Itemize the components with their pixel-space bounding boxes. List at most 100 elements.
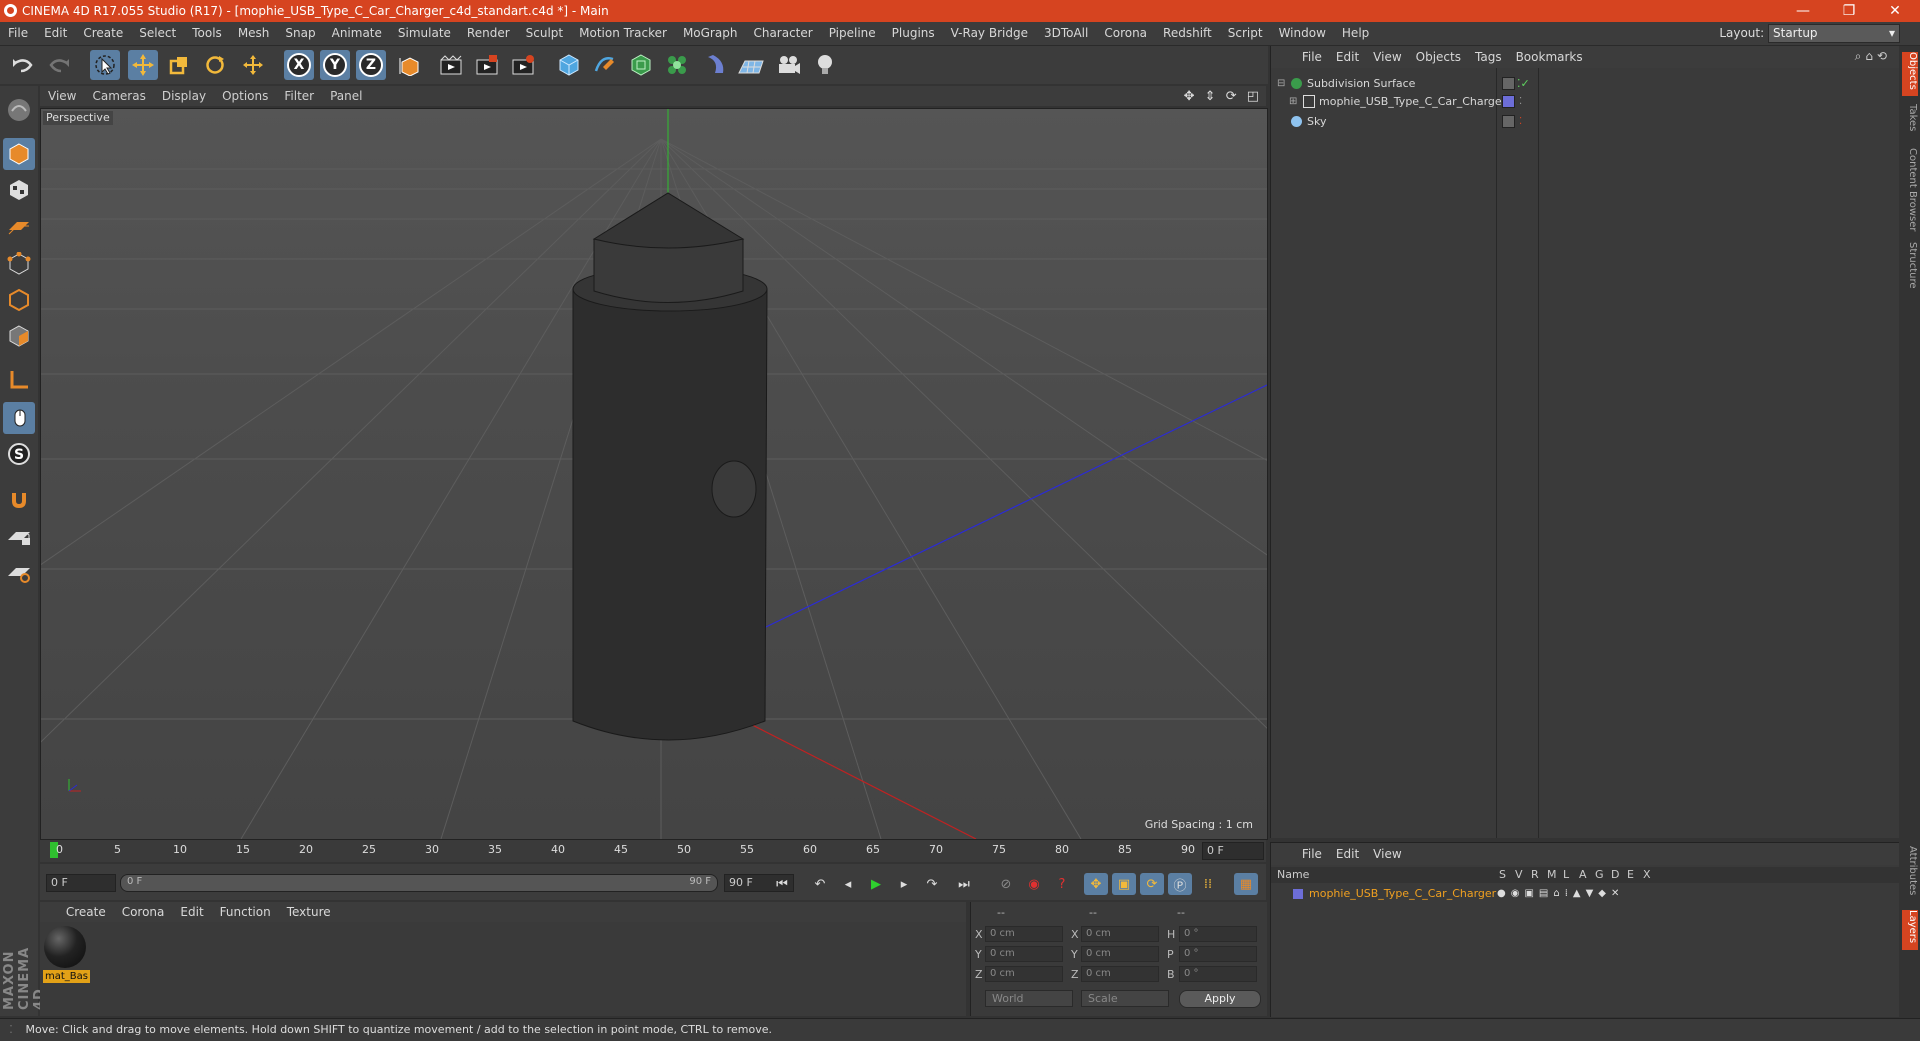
- size-x-field[interactable]: 0 cm: [1081, 926, 1159, 942]
- z-axis-lock-icon[interactable]: Z: [356, 50, 386, 80]
- layer-toggle-icons[interactable]: ●◉▣▤⌂⁞▲▼◆✕: [1497, 885, 1624, 902]
- play-icon[interactable]: ▶: [864, 873, 888, 895]
- search-home-icons[interactable]: ⌕⌂⟲: [1855, 49, 1891, 64]
- menu-character[interactable]: Character: [745, 22, 820, 45]
- rotation-p-field[interactable]: 0 °: [1179, 946, 1257, 962]
- layer-color-icon[interactable]: [1502, 95, 1515, 108]
- coordinate-system-icon[interactable]: [394, 50, 424, 80]
- object-row[interactable]: Sky ⁚: [1271, 112, 1899, 131]
- goto-end-icon[interactable]: ⏭: [952, 873, 976, 895]
- magnet-icon[interactable]: [3, 484, 35, 516]
- layer-menu-file[interactable]: File: [1295, 843, 1329, 865]
- coordinate-mode-dropdown[interactable]: World: [985, 990, 1073, 1007]
- size-mode-dropdown[interactable]: Scale: [1081, 990, 1169, 1007]
- next-key-icon[interactable]: ↷: [920, 873, 944, 895]
- workplane-mode-icon[interactable]: [3, 210, 35, 242]
- layer-menu-view[interactable]: View: [1366, 843, 1408, 865]
- viewport-perspective[interactable]: Perspective Grid Spacing : 1 cm: [40, 108, 1268, 840]
- layer-swatch-icon[interactable]: [1502, 115, 1515, 128]
- menu-select[interactable]: Select: [131, 22, 184, 45]
- pen-spline-icon[interactable]: [590, 50, 620, 80]
- redo-icon[interactable]: [44, 50, 74, 80]
- menu-help[interactable]: Help: [1334, 22, 1377, 45]
- restore-button[interactable]: ❐: [1826, 0, 1872, 22]
- menu-vray-bridge[interactable]: V-Ray Bridge: [943, 22, 1036, 45]
- camera-object-icon[interactable]: [774, 50, 804, 80]
- close-button[interactable]: ✕: [1872, 0, 1918, 22]
- material-menu-create[interactable]: Create: [58, 902, 114, 922]
- timeline-ruler[interactable]: 0 5 10 15 20 25 30 35 40 45 50 55 60 65 …: [40, 840, 1266, 862]
- layer-name[interactable]: mophie_USB_Type_C_Car_Charger: [1309, 885, 1496, 902]
- render-settings-icon[interactable]: [508, 50, 538, 80]
- model-mode-icon[interactable]: [3, 138, 35, 170]
- material-menu-texture[interactable]: Texture: [279, 902, 339, 922]
- enabled-check-icon[interactable]: ⁚✓: [1517, 74, 1530, 93]
- expand-icon[interactable]: ⊞: [1289, 92, 1297, 111]
- charger-model[interactable]: [572, 192, 768, 741]
- menu-tools[interactable]: Tools: [184, 22, 230, 45]
- cloner-icon[interactable]: [662, 50, 692, 80]
- timeline-window-icon[interactable]: ▦: [1234, 873, 1258, 895]
- current-frame-field[interactable]: 0 F: [1202, 842, 1264, 860]
- viewport-menu-cameras[interactable]: Cameras: [84, 86, 153, 106]
- key-pla-icon[interactable]: ⁞⁞: [1196, 873, 1220, 895]
- viewport-menu-view[interactable]: View: [40, 86, 84, 106]
- cube-object-icon[interactable]: [554, 50, 584, 80]
- menu-render[interactable]: Render: [459, 22, 518, 45]
- keyframe-selection-icon[interactable]: ?: [1050, 873, 1074, 895]
- key-rotation-icon[interactable]: ⟳: [1140, 873, 1164, 895]
- viewport-navigation-icons[interactable]: ✥ ⇕ ⟳ ◰: [1184, 89, 1262, 104]
- menu-window[interactable]: Window: [1271, 22, 1334, 45]
- transform-tool-icon[interactable]: [238, 50, 268, 80]
- objects-menu-view[interactable]: View: [1366, 46, 1408, 68]
- menu-motion-tracker[interactable]: Motion Tracker: [571, 22, 675, 45]
- viewport-menu-filter[interactable]: Filter: [276, 86, 322, 106]
- tab-attributes[interactable]: Attributes: [1902, 846, 1918, 906]
- render-view-icon[interactable]: [436, 50, 466, 80]
- menu-corona[interactable]: Corona: [1096, 22, 1155, 45]
- material-menu-edit[interactable]: Edit: [172, 902, 211, 922]
- lock-workplane-icon[interactable]: [3, 520, 35, 552]
- apply-button[interactable]: Apply: [1179, 990, 1261, 1008]
- menu-mesh[interactable]: Mesh: [230, 22, 278, 45]
- object-row[interactable]: ⊞ mophie_USB_Type_C_Car_Charger ⁚: [1271, 92, 1899, 111]
- record-keys-icon[interactable]: ⊘: [994, 873, 1018, 895]
- frame-range-slider[interactable]: 0 F 90 F: [120, 874, 718, 892]
- object-name[interactable]: Subdivision Surface: [1307, 74, 1415, 93]
- viewport-menu-display[interactable]: Display: [154, 86, 214, 106]
- layout-dropdown[interactable]: Startup: [1768, 24, 1900, 43]
- move-tool-icon[interactable]: [128, 50, 158, 80]
- autokey-icon[interactable]: ◉: [1022, 873, 1046, 895]
- scale-tool-icon[interactable]: [164, 50, 194, 80]
- menu-animate[interactable]: Animate: [324, 22, 390, 45]
- layer-color-icon[interactable]: [1293, 889, 1303, 899]
- tab-takes[interactable]: Takes: [1902, 104, 1918, 138]
- menu-simulate[interactable]: Simulate: [390, 22, 459, 45]
- menu-redshift[interactable]: Redshift: [1155, 22, 1220, 45]
- menu-snap[interactable]: Snap: [277, 22, 323, 45]
- material-menu-function[interactable]: Function: [212, 902, 279, 922]
- material-name[interactable]: mat_Bas: [43, 970, 90, 983]
- render-to-picture-viewer-icon[interactable]: [472, 50, 502, 80]
- objects-menu-tags[interactable]: Tags: [1468, 46, 1509, 68]
- make-editable-icon[interactable]: [3, 94, 35, 126]
- polygons-mode-icon[interactable]: [3, 320, 35, 352]
- x-axis-lock-icon[interactable]: X: [284, 50, 314, 80]
- key-position-icon[interactable]: ✥: [1084, 873, 1108, 895]
- position-x-field[interactable]: 0 cm: [985, 926, 1063, 942]
- menu-pipeline[interactable]: Pipeline: [821, 22, 884, 45]
- collapse-icon[interactable]: ⊟: [1277, 74, 1285, 93]
- material-menu-corona[interactable]: Corona: [114, 902, 173, 922]
- edges-mode-icon[interactable]: [3, 284, 35, 316]
- rotation-h-field[interactable]: 0 °: [1179, 926, 1257, 942]
- next-frame-icon[interactable]: ▸: [892, 873, 916, 895]
- floor-object-icon[interactable]: [736, 50, 766, 80]
- minimize-button[interactable]: —: [1780, 0, 1826, 22]
- tab-content-browser[interactable]: Content Browser: [1902, 148, 1918, 232]
- menu-sculpt[interactable]: Sculpt: [518, 22, 571, 45]
- objects-menu-bookmarks[interactable]: Bookmarks: [1509, 46, 1590, 68]
- rotation-b-field[interactable]: 0 °: [1179, 966, 1257, 982]
- snapping-icon[interactable]: S: [3, 438, 35, 470]
- object-name[interactable]: Sky: [1307, 112, 1326, 131]
- previous-frame-icon[interactable]: ◂: [836, 873, 860, 895]
